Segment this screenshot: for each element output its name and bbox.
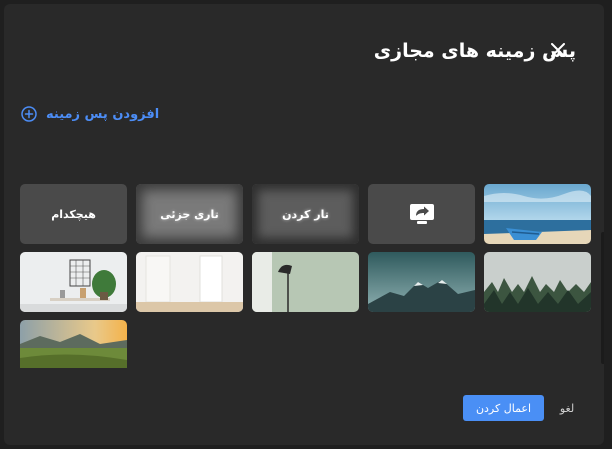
background-option-white-room[interactable] (136, 252, 243, 312)
mountain-image (368, 252, 475, 312)
none-label: هیچکدام (51, 207, 96, 221)
blur-label: تار کردن (282, 207, 329, 221)
background-option-blur[interactable]: تار کردن (252, 184, 359, 244)
add-background-button[interactable]: افزودن پس زمینه (20, 104, 159, 124)
foggy-forest-image (484, 252, 591, 312)
close-icon (551, 43, 565, 57)
apply-button[interactable]: اعمال کردن (463, 395, 544, 421)
lamp-wall-image (252, 252, 359, 312)
background-option-share-screen[interactable] (368, 184, 475, 244)
background-option-room-shelf[interactable] (20, 252, 127, 312)
background-option-beach[interactable] (484, 184, 591, 244)
beach-image (484, 184, 591, 244)
dialog-title: پس زمینه های مجازی (373, 40, 576, 62)
background-option-none[interactable]: هیچکدام (20, 184, 127, 244)
background-option-sunset-field[interactable] (20, 320, 127, 368)
background-option-lamp-wall[interactable] (252, 252, 359, 312)
scrollbar[interactable] (601, 232, 604, 364)
background-option-slight-blur[interactable]: تاری جزئی (136, 184, 243, 244)
plus-circle-icon (20, 105, 38, 123)
sunset-field-image (20, 320, 127, 368)
virtual-background-dialog: پس زمینه های مجازی افزودن پس زمینه هیچکد… (4, 4, 604, 445)
screen-share-icon (409, 204, 434, 224)
cancel-button[interactable]: لغو (552, 395, 582, 421)
background-option-mountain[interactable] (368, 252, 475, 312)
white-room-image (136, 252, 243, 312)
slight-blur-label: تاری جزئی (160, 207, 219, 221)
add-background-label: افزودن پس زمینه (46, 106, 160, 122)
background-option-foggy-forest[interactable] (484, 252, 591, 312)
close-button[interactable] (548, 40, 568, 60)
room-shelf-image (20, 252, 127, 312)
